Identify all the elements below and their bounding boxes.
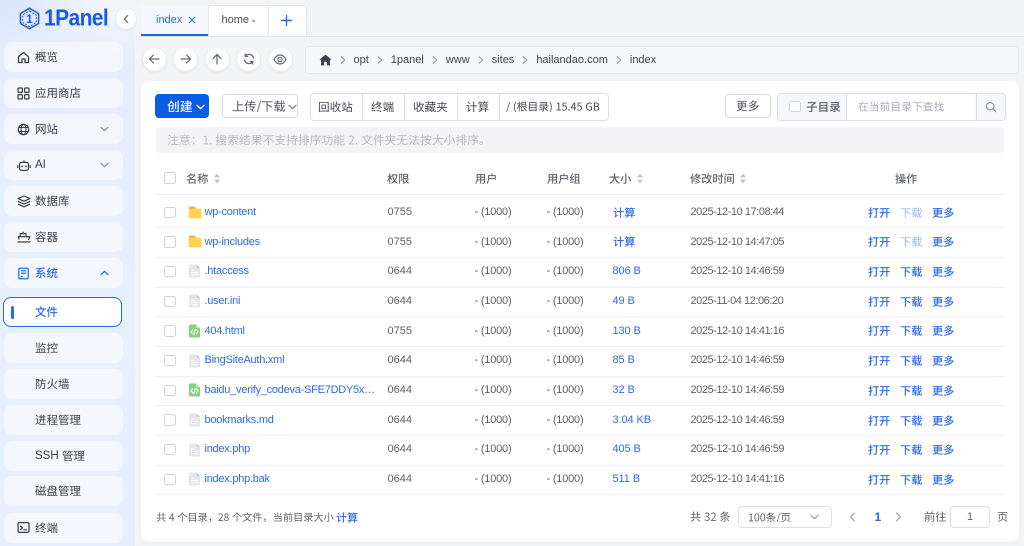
svg-text:1: 1	[26, 12, 33, 26]
